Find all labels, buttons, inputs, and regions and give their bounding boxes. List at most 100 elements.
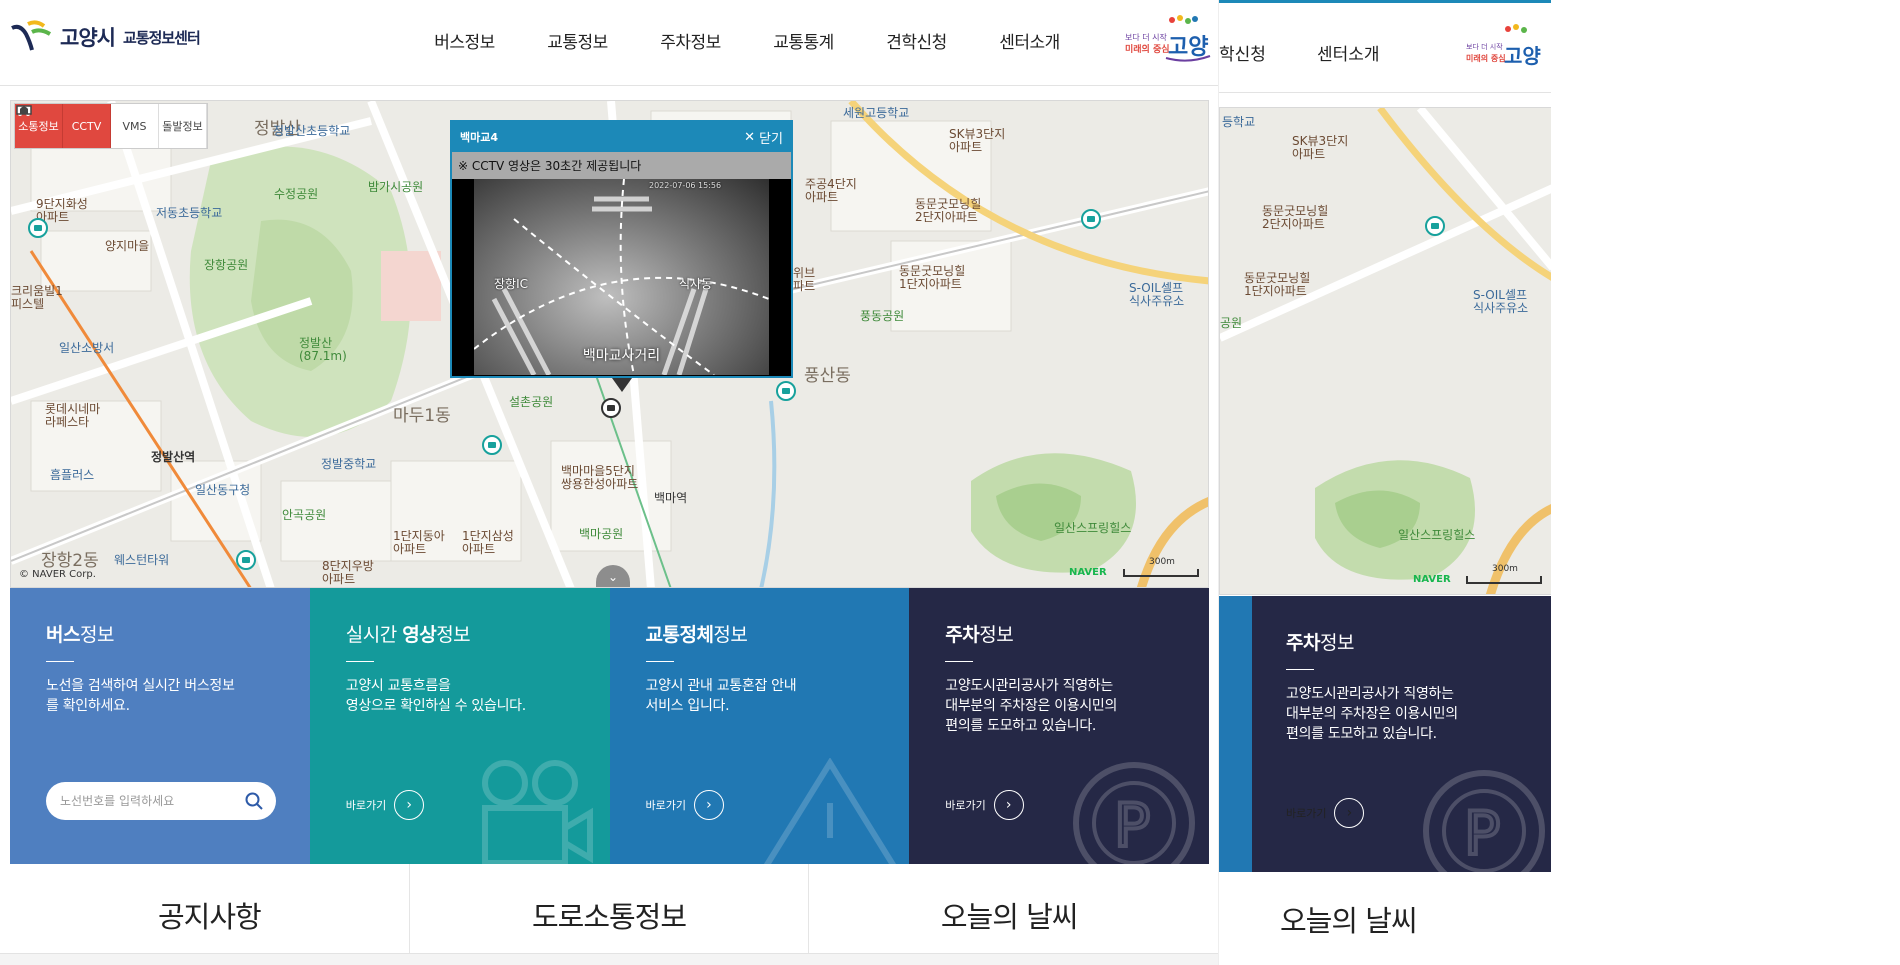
- map-label: 일산스프링힐스: [1398, 528, 1476, 542]
- map-label: 양지마을: [105, 239, 150, 253]
- service-title: 실시간 영상정보: [346, 620, 574, 647]
- go-button[interactable]: 바로가기 ›: [346, 790, 425, 820]
- tab-weather[interactable]: 오늘의 날씨: [809, 864, 1209, 965]
- cctv-marker[interactable]: [1425, 216, 1445, 236]
- cctv-marker[interactable]: [482, 435, 502, 455]
- map-label: 풍산동: [804, 366, 851, 386]
- cctv-marker[interactable]: [28, 218, 48, 238]
- go-label: 바로가기: [645, 799, 686, 812]
- map-label: 등학교: [1222, 115, 1256, 129]
- naver-logo: NAVER: [1069, 567, 1107, 578]
- tab-incident[interactable]: 돌발정보: [20, 104, 207, 148]
- tab-road-traffic[interactable]: 도로소통정보: [410, 864, 810, 965]
- map-label: 공원: [1220, 316, 1243, 330]
- goyang-brand-logo[interactable]: 보다 더 시작 미래의 중심 고양: [1122, 12, 1212, 64]
- bus-route-search: [46, 782, 276, 820]
- tab-cctv[interactable]: CCTV: [17, 104, 111, 148]
- svg-text:고양: 고양: [1168, 35, 1208, 60]
- map-label: 동문굿모닝힐 1단지아파트: [1244, 271, 1311, 298]
- map-scale-bar: [1123, 569, 1199, 577]
- go-button[interactable]: 바로가기 ›: [646, 790, 724, 820]
- title-strong: 교통정체: [645, 624, 714, 646]
- title-strong: 주차: [945, 624, 980, 646]
- map-label: S-OIL셀프 식사주유소: [1473, 288, 1529, 315]
- map-label: 정발중학교: [321, 457, 377, 471]
- cctv-marker-selected[interactable]: [601, 398, 621, 418]
- tab-notice[interactable]: 공지사항: [10, 864, 410, 965]
- map-copyright: © NAVER Corp.: [19, 569, 96, 580]
- nav-tour-apply-partial[interactable]: 학신청: [1219, 40, 1266, 65]
- map-label: 동문굿모닝힐 2단지아파트: [915, 197, 982, 224]
- tab-label: 돌발정보: [162, 120, 203, 133]
- main-nav: 버스정보 교통정보 주차정보 교통통계 견학신청 센터소개: [408, 28, 1086, 53]
- adjacent-box-edge: [1219, 596, 1252, 872]
- cctv-marker[interactable]: [236, 550, 256, 570]
- service-description: 노선을 검색하여 실시간 버스정보 를 확인하세요.: [46, 678, 235, 714]
- bus-route-input[interactable]: [58, 793, 244, 809]
- map-label: 1단지삼성 아파트: [462, 529, 514, 556]
- go-button[interactable]: 바로가기 ›: [1286, 798, 1365, 828]
- title-underline: [945, 661, 974, 662]
- title-underline: [645, 661, 674, 662]
- service-congestion-info: 교통정체정보 고양시 관내 교통혼잡 안내 서비스 입니다. 바로가기 ›: [609, 588, 910, 864]
- map-label: 크리움빌1 피스텔: [11, 284, 63, 311]
- service-title: 교통정체정보: [646, 620, 874, 647]
- nav-center-intro[interactable]: 센터소개: [973, 28, 1086, 53]
- map-label: 장항공원: [204, 258, 249, 272]
- cctv-video[interactable]: 장항IC 식사동 2022-07-06 15:56 백마교사거리: [474, 179, 769, 375]
- arrow-right-icon: ›: [993, 790, 1024, 820]
- cctv-location-caption: 백마교사거리: [582, 348, 661, 364]
- map-label: 동문굿모닝힐 2단지아파트: [1262, 204, 1329, 231]
- nav-bus-info[interactable]: 버스정보: [408, 28, 521, 53]
- cctv-notice: ※ CCTV 영상은 30초간 제공됩니다: [452, 152, 791, 179]
- site-logo[interactable]: 고양시 교통정보센터: [10, 20, 201, 54]
- search-icon[interactable]: [244, 791, 264, 811]
- title-rest: 정보: [436, 624, 471, 646]
- arrow-right-icon: ›: [693, 790, 724, 820]
- traffic-map[interactable]: 소통정보 CCTV VMS 돌발정보 정발산 정발산초등학교 밤가시공원 수정공…: [10, 100, 1209, 588]
- map-label: 설촌공원: [509, 395, 554, 409]
- map-label: 장항2동: [41, 551, 99, 571]
- go-label: 바로가기: [1286, 807, 1327, 820]
- goyang-brand-logo[interactable]: 보다 더 시작 미래의 중심 고양: [1464, 21, 1544, 73]
- cctv-marker[interactable]: [776, 381, 796, 401]
- logo-name: 고양시: [60, 26, 116, 50]
- map-label: 수정공원: [274, 187, 319, 201]
- bottom-divider: [0, 953, 1218, 965]
- map-label: 밤가시공원: [368, 180, 424, 194]
- popup-pointer: [612, 378, 632, 392]
- cctv-timestamp: 2022-07-06 15:56: [649, 181, 722, 190]
- map-label: SK뷰3단지 아파트: [949, 127, 1006, 154]
- map-label: 세원고등학교: [843, 106, 910, 120]
- nav-traffic-info[interactable]: 교통정보: [521, 28, 634, 53]
- goyang-logo-icon: [11, 20, 52, 51]
- close-label: 닫기: [759, 131, 783, 147]
- cctv-direction-left: 장항IC: [494, 277, 528, 291]
- nav-tour-apply[interactable]: 견학신청: [860, 28, 973, 53]
- naver-logo: NAVER: [1413, 574, 1451, 585]
- cctv-popup: 백마교4 ✕ 닫기 ※ CCTV 영상은 30초간 제공됩니다 장항IC 식사동…: [450, 120, 793, 392]
- service-parking-info: P 주차정보 고양도시관리공사가 직영하는 대부분의 주차장은 이용시민의 편의…: [1219, 596, 1551, 886]
- map-scale-label: 300m: [1149, 557, 1175, 567]
- popup-title: 백마교4: [460, 131, 499, 144]
- tab-label: CCTV: [71, 119, 102, 133]
- cctv-marker[interactable]: [1081, 209, 1101, 229]
- tab-weather[interactable]: 오늘의 날씨: [1280, 898, 1418, 940]
- nav-traffic-stats[interactable]: 교통통계: [747, 28, 860, 53]
- nav-center-intro[interactable]: 센터소개: [1317, 40, 1380, 65]
- alert-icon: [20, 106, 28, 114]
- title-underline: [46, 661, 74, 662]
- nav-parking-info[interactable]: 주차정보: [634, 28, 747, 53]
- svg-text:P: P: [1464, 799, 1500, 869]
- go-button[interactable]: 바로가기 ›: [945, 790, 1024, 820]
- popup-close-button[interactable]: ✕ 닫기: [744, 128, 783, 147]
- map-label: 백마역: [654, 491, 688, 505]
- title-strong: 버스: [46, 624, 80, 646]
- map-label: 백마마을5단지 쌍용한성아파트: [561, 464, 639, 491]
- service-description: 고양도시관리공사가 직영하는 대부분의 주차장은 이용시민의 편의를 도모하고 …: [1286, 686, 1458, 742]
- map-label: 8단지우방 아파트: [322, 559, 374, 586]
- map-label: 롯데시네마 라페스타: [45, 402, 101, 429]
- secondary-map[interactable]: 등학교 SK뷰3단지 아파트 동문굿모닝힐 2단지아파트 동문굿모닝힐 1단지아…: [1219, 107, 1551, 595]
- tab-vms[interactable]: VMS: [16, 104, 159, 148]
- map-label: 1단지동아 아파트: [393, 529, 445, 556]
